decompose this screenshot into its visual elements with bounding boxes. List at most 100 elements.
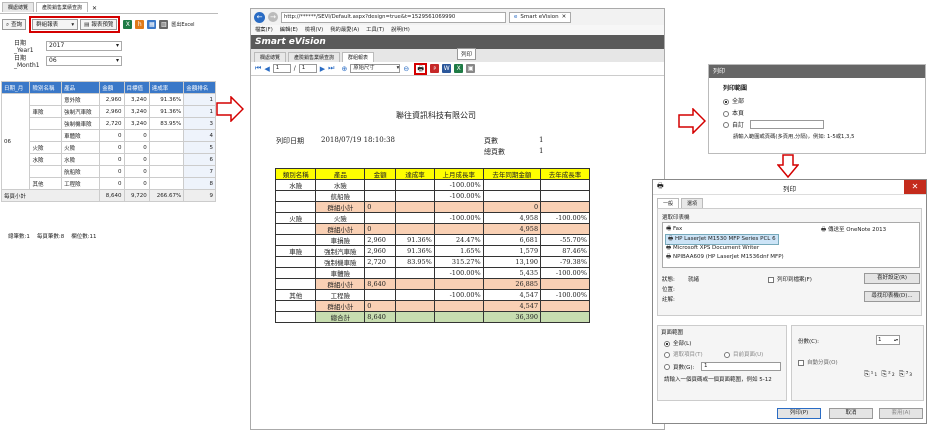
printer-npi[interactable]: 🖶 NPIBAA609 (HP LaserJet M1536dnf MFP) xyxy=(666,253,784,262)
table-row[interactable]: 其他 工程險 0 0 8 xyxy=(2,177,216,190)
table-row[interactable]: 水險 水險 0 0 6 xyxy=(2,153,216,166)
print-cancel-button[interactable]: 取消 xyxy=(829,408,873,419)
menu-item-0[interactable]: 檔案(F) xyxy=(255,25,273,35)
print-ok-button[interactable]: 列印(P) xyxy=(777,408,821,419)
option-current[interactable]: 本頁 xyxy=(723,108,925,117)
app-tab-sales[interactable]: 產險銷售業績查詢 xyxy=(288,52,341,62)
printer-list[interactable]: 🖷 Fax 🖶 HP LaserJet M1530 MFP Series PCL… xyxy=(662,222,920,268)
word-icon[interactable]: W xyxy=(442,64,452,73)
print-button[interactable]: 🖶 xyxy=(414,62,428,75)
page-range-group: 頁面範圍 全部(L) 選取項目(T) 目前頁面(U) 頁數(G): 1 請輸入一個… xyxy=(657,325,787,401)
query-button[interactable]: ⌕ 查詢 xyxy=(2,19,27,30)
col-rate[interactable]: 達成率 xyxy=(148,81,185,94)
option-all[interactable]: 全部 xyxy=(723,96,925,105)
radio-pages[interactable] xyxy=(664,363,670,370)
printer-fax[interactable]: 🖷 Fax xyxy=(666,225,682,234)
range-current[interactable]: 目前頁面(U) xyxy=(724,350,763,358)
tab-overview[interactable]: 欄處總覽 xyxy=(2,2,35,12)
col-rank[interactable]: 金額排名 xyxy=(183,81,216,94)
radio-custom[interactable] xyxy=(723,121,729,128)
find-printer-button[interactable]: 尋找印表機(D)... xyxy=(864,291,920,302)
prev-page-icon[interactable]: ◀ xyxy=(264,65,269,73)
table-row[interactable]: 06 意外險 2,960 3,240 91.36% 1 xyxy=(0,93,216,190)
cell-product: 強制汽車險 xyxy=(61,105,101,118)
print-to-file-checkbox[interactable] xyxy=(768,276,774,283)
zoom-out-icon[interactable]: ⊖ xyxy=(403,65,409,73)
total-rank: 9 xyxy=(183,189,216,202)
range-selection[interactable]: 選取項目(T) xyxy=(664,350,703,358)
last-page-icon[interactable]: ⏭ xyxy=(328,64,334,73)
radio-all[interactable] xyxy=(723,98,729,105)
col-product[interactable]: 產品 xyxy=(61,81,101,94)
menu-item-5[interactable]: 說明(H) xyxy=(391,25,410,35)
collate-checkbox[interactable] xyxy=(798,359,804,366)
app-tab-overview[interactable]: 欄處總覽 xyxy=(254,52,287,62)
app-tab-group-report[interactable]: 群組報表 xyxy=(342,52,375,62)
close-icon[interactable]: ✕ xyxy=(904,180,926,194)
menu-item-3[interactable]: 我的最愛(A) xyxy=(330,25,359,35)
col-amount[interactable]: 金額 xyxy=(99,81,125,94)
custom-range-input[interactable] xyxy=(750,120,824,129)
close-icon[interactable]: ✕ xyxy=(562,13,567,22)
range-pages[interactable]: 頁數(G): 1 xyxy=(664,362,781,371)
table-row[interactable]: 強制機車險 2,720 3,240 83.95% 3 xyxy=(2,117,216,130)
col-category[interactable]: 險別名稱 xyxy=(29,81,63,94)
printer-onenote[interactable]: 🖶 傳送至 OneNote 2013 xyxy=(821,225,886,235)
cell-category xyxy=(29,93,63,106)
table-row[interactable]: 車體險 0 0 4 xyxy=(2,129,216,142)
col-month[interactable]: 日期_月 xyxy=(0,81,31,94)
cell-rate: 91.36% xyxy=(148,105,185,118)
pages-input[interactable]: 1 xyxy=(701,362,781,371)
browser-tab[interactable]: e Smart eVision ✕ xyxy=(509,11,572,23)
report-preview-button[interactable]: ▤ 報表預覽 xyxy=(80,19,118,30)
zoom-in-icon[interactable]: ⊕ xyxy=(341,65,347,73)
first-page-icon[interactable]: ⏮ xyxy=(255,64,261,73)
print-apply-button[interactable]: 套用(A) xyxy=(879,408,923,419)
menu-bar: 檔案(F) 編輯(E) 檢視(V) 我的最愛(A) 工具(T) 說明(H) xyxy=(251,25,664,35)
printer-xps[interactable]: 🖶 Microsoft XPS Document Writer xyxy=(666,244,759,253)
menu-item-2[interactable]: 檢視(V) xyxy=(305,25,323,35)
report-cell-prod: 群組小計 xyxy=(315,278,366,290)
tab-sales-query[interactable]: 產險銷售業績查詢 xyxy=(36,2,89,12)
close-tab-icon[interactable]: ✕ xyxy=(92,5,97,12)
report-type-select[interactable]: 群組報表 ▾ xyxy=(32,19,79,30)
collate[interactable]: 自動分頁(O) xyxy=(798,358,838,366)
next-page-icon[interactable]: ▶ xyxy=(320,65,325,73)
report-cell-yoy: 87.46% xyxy=(540,245,590,257)
html-icon[interactable]: h xyxy=(135,20,145,29)
table-row[interactable]: 航船險 0 0 7 xyxy=(2,165,216,178)
preferences-button[interactable]: 喜好設定(R) xyxy=(864,273,920,284)
radio-selection[interactable] xyxy=(664,351,670,358)
chart-icon[interactable]: ▦ xyxy=(147,20,157,29)
print-to-file[interactable]: 列印到檔案(F) xyxy=(768,275,812,283)
year-select[interactable]: 2017 ▾ xyxy=(46,41,122,51)
chevron-down-icon: ▾ xyxy=(396,65,400,71)
zoom-select[interactable]: 原始尺寸 ▾ xyxy=(350,64,401,73)
option-custom[interactable]: 自訂 xyxy=(723,120,925,129)
tab-options[interactable]: 選項 xyxy=(681,198,704,208)
pdf-icon[interactable]: P xyxy=(430,64,440,73)
forward-icon[interactable]: → xyxy=(268,12,278,22)
radio-range-all[interactable] xyxy=(664,340,670,347)
report-cell-ly: 1,579 xyxy=(482,245,542,257)
image-icon[interactable]: ▣ xyxy=(466,64,476,73)
tab-general[interactable]: 一般 xyxy=(657,198,680,208)
col-target[interactable]: 目標值 xyxy=(123,81,150,94)
menu-item-4[interactable]: 工具(T) xyxy=(366,25,384,35)
table-row[interactable]: 火險 火險 0 0 5 xyxy=(2,141,216,154)
page-input[interactable]: 1 xyxy=(272,64,291,73)
month-select[interactable]: 06 ▾ xyxy=(46,56,122,66)
range-all[interactable]: 全部(L) xyxy=(664,339,691,347)
excel-icon[interactable]: X xyxy=(454,64,464,73)
back-icon[interactable]: ← xyxy=(254,11,265,23)
spinner-icon[interactable]: ▴▾ xyxy=(894,336,898,344)
table-row[interactable]: 車險 強制汽車險 2,960 3,240 91.36% 1 xyxy=(2,105,216,118)
copies-input[interactable]: 1 ▴▾ xyxy=(876,335,900,345)
radio-current[interactable] xyxy=(723,110,729,117)
radio-current-page[interactable] xyxy=(724,351,730,358)
menu-item-1[interactable]: 編輯(E) xyxy=(280,25,298,35)
url-field[interactable]: http://******/SEVI/Default.aspx?design=t… xyxy=(281,11,506,23)
excel-icon[interactable]: X xyxy=(123,20,133,29)
chevron-down-icon: ▾ xyxy=(115,42,119,49)
grid-icon[interactable]: ▥ xyxy=(159,20,169,29)
